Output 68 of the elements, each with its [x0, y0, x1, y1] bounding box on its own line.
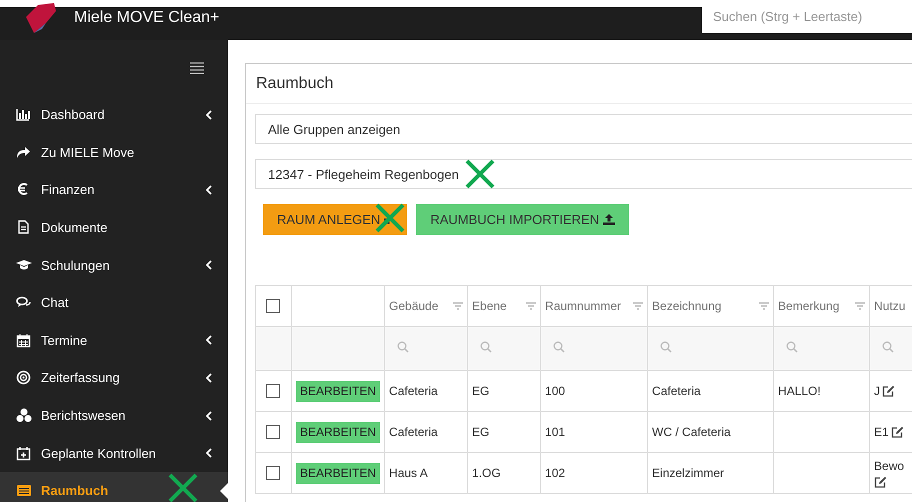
- cubes-icon: [16, 408, 32, 424]
- sidebar-item[interactable]: Termine: [0, 322, 228, 360]
- chart-icon: [16, 107, 32, 122]
- sidebar-item[interactable]: Berichtswesen: [0, 396, 228, 434]
- column-header: Nutzu: [874, 299, 906, 313]
- table-cell: EG: [472, 425, 490, 439]
- column-header: Bezeichnung: [652, 299, 722, 313]
- upload-icon: [603, 214, 616, 225]
- menu-icon[interactable]: [190, 62, 204, 74]
- group-select[interactable]: Alle Gruppen anzeigen: [255, 114, 912, 144]
- sidebar-item[interactable]: Zeiterfassung: [0, 359, 228, 397]
- checkbox[interactable]: [266, 299, 280, 314]
- app-title: Miele MOVE Clean+: [74, 8, 220, 26]
- group-select[interactable]: 12347 - Pflegeheim Regenbogen: [255, 159, 912, 189]
- search-icon: [786, 341, 798, 353]
- cross-mark-icon: [465, 159, 495, 189]
- table-cell: E1: [874, 425, 889, 439]
- column-header: Gebäude: [389, 299, 438, 313]
- list-card-icon: [16, 483, 32, 498]
- calendar-plus-icon: [16, 446, 32, 461]
- search-icon: [480, 341, 492, 353]
- checkbox[interactable]: [266, 425, 280, 440]
- sidebar-item[interactable]: Schulungen: [0, 246, 228, 284]
- edit-icon[interactable]: [890, 426, 904, 438]
- edit-icon[interactable]: [874, 476, 888, 488]
- logo-icon: [24, 2, 58, 32]
- target-icon: [16, 370, 32, 386]
- sidebar-item[interactable]: Zu MIELE Move: [0, 134, 228, 172]
- calendar-icon: [16, 332, 32, 348]
- sidebar-item[interactable]: Finanzen: [0, 171, 228, 209]
- table-cell: Cafeteria: [389, 425, 438, 439]
- table-cell: WC / Cafeteria: [652, 425, 731, 439]
- pointer-icon: [220, 482, 228, 499]
- sidebar-item[interactable]: Dashboard: [0, 96, 228, 134]
- table-cell: 1.OG: [472, 466, 501, 480]
- table-cell: 100: [545, 384, 566, 398]
- sidebar-item[interactable]: Geplante Kontrollen: [0, 434, 228, 472]
- column-header: Ebene: [472, 299, 507, 313]
- search-icon: [882, 341, 894, 353]
- column-header: Bemerkung: [778, 299, 840, 313]
- checkbox[interactable]: [266, 466, 280, 480]
- import-button[interactable]: RAUMBUCH IMPORTIEREN: [416, 204, 630, 235]
- edit-button[interactable]: BEARBEITEN: [296, 422, 380, 442]
- search-icon: [397, 341, 410, 353]
- search-icon: [660, 341, 672, 353]
- table-cell: Einzelzimmer: [652, 466, 724, 480]
- share-arrow-icon: [16, 144, 32, 160]
- table-cell: Bewo: [874, 458, 904, 474]
- search-icon: [553, 341, 566, 353]
- table-cell: Cafeteria: [652, 384, 701, 398]
- panel-title: Raumbuch: [246, 64, 912, 104]
- table-cell: Haus A: [389, 466, 428, 480]
- column-header: Raumnummer: [545, 299, 622, 313]
- table-cell: HALLO!: [778, 384, 821, 398]
- sidebar-item[interactable]: Raumbuch: [0, 472, 228, 502]
- add-room-button[interactable]: RAUM ANLEGEN: [263, 204, 408, 235]
- edit-button[interactable]: BEARBEITEN: [296, 462, 380, 484]
- table-cell: EG: [472, 384, 490, 398]
- table-cell: 101: [545, 425, 566, 439]
- table-cell: J: [874, 384, 880, 398]
- edit-icon[interactable]: [882, 385, 896, 397]
- cross-mark-icon: [168, 473, 198, 502]
- sidebar-item[interactable]: Dokumente: [0, 208, 228, 246]
- checkbox[interactable]: [266, 384, 280, 398]
- table-cell: Cafeteria: [389, 384, 438, 398]
- table-cell: 102: [545, 466, 566, 480]
- sidebar-item[interactable]: Chat: [0, 284, 228, 322]
- edit-button[interactable]: BEARBEITEN: [296, 380, 380, 402]
